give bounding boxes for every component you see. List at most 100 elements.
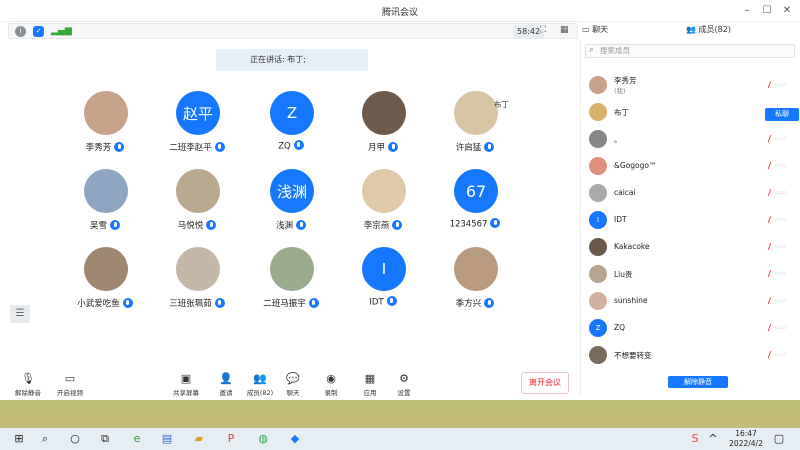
powerpoint-icon[interactable]: P [224, 432, 238, 446]
cortana-icon[interactable]: ○ [68, 432, 82, 446]
gear-icon: ⚙ [399, 371, 409, 385]
participant-name-text: 季方兴 [455, 299, 482, 309]
participant-tile[interactable]: 季方兴 [430, 247, 520, 319]
private-chat-button[interactable]: 私聊 [765, 108, 799, 121]
settings-button[interactable]: ⚙ 设置 [384, 372, 424, 398]
member-row[interactable]: Liu贵 ▭▭ [581, 261, 800, 287]
unmute-all-button[interactable]: 解除静音 [668, 376, 728, 388]
mic-muted-icon[interactable]: ▭▭ [775, 189, 791, 197]
tray-up-icon[interactable]: ^ [706, 432, 720, 446]
participant-tile[interactable]: 三班张珮茹 [152, 247, 242, 319]
fullscreen-icon[interactable]: ⛶ [540, 25, 546, 35]
participant-name: 三班张珮茹 [152, 297, 242, 309]
chat-button[interactable]: 💬 聊天 [273, 372, 313, 398]
mic-muted-icon[interactable]: ▭▭ [775, 162, 791, 170]
search-icon[interactable]: ⌕ [38, 432, 52, 446]
member-row[interactable]: I IDT ▭▭ [581, 207, 800, 233]
mic-icon [386, 296, 397, 306]
start-video-button[interactable]: ▭ 开启视频 [50, 372, 90, 398]
member-row[interactable]: sunshine ▭▭ [581, 288, 800, 314]
info-icon[interactable]: i [15, 26, 26, 37]
title-bar: 腾讯会议 – ☐ ✕ [0, 0, 800, 22]
close-icon[interactable]: ✕ [780, 4, 794, 18]
member-row[interactable]: 李秀芳 (我) ▭▭ [581, 72, 800, 98]
mic-icon [490, 218, 501, 228]
participant-name-text: 浅渊 [275, 221, 293, 231]
participant-name-text: 二班李赵平 [169, 143, 212, 153]
leave-meeting-button[interactable]: 离开会议 [521, 372, 569, 394]
list-toggle-icon[interactable]: ☰ [10, 305, 30, 323]
participant-tile[interactable]: 马悦悦 [152, 169, 242, 241]
app-icon[interactable]: ▤ [160, 432, 174, 446]
mic-muted-icon[interactable]: ▭▭ [775, 216, 791, 224]
avatar [176, 169, 220, 213]
mic-muted-icon: 🎙 [21, 371, 35, 385]
mic-muted-icon[interactable]: ▭▭ [775, 324, 791, 332]
member-row[interactable]: Z ZQ ▭▭ [581, 315, 800, 341]
member-name: Liu贵 [614, 270, 633, 279]
participant-tile[interactable]: 布丁许启猛 [430, 91, 520, 163]
taskbar-clock[interactable]: 16:47 2022/4/2 [728, 429, 764, 449]
tab-chat[interactable]: ▭ 聊天 [582, 24, 608, 35]
unmute-button[interactable]: 🎙 解除静音 [8, 372, 48, 398]
notification-icon[interactable]: ▢ [772, 432, 786, 446]
participant-tile[interactable]: 赵平 二班李赵平 [152, 91, 242, 163]
shield-icon[interactable]: ✓ [33, 26, 44, 37]
participant-name: 季方兴 [430, 297, 520, 309]
participant-tile[interactable]: 小武爱吃鱼 [60, 247, 150, 319]
participant-tile[interactable]: 67 1234567 [430, 169, 520, 241]
tab-members[interactable]: 👥 成员(82) [686, 24, 731, 35]
record-button[interactable]: ◉ 录制 [311, 372, 351, 398]
participant-tile[interactable]: 二班马振宇 [246, 247, 336, 319]
participant-tile[interactable]: Z ZQ [246, 91, 336, 163]
avatar [454, 91, 498, 135]
tencent-meeting-icon[interactable]: ◆ [288, 432, 302, 446]
member-name: caicai [614, 188, 636, 197]
mic-muted-icon[interactable]: ▭▭ [775, 135, 791, 143]
member-row[interactable]: caicai ▭▭ [581, 180, 800, 206]
mic-icon [293, 140, 304, 150]
member-row[interactable]: Kakacoke ▭▭ [581, 234, 800, 260]
participant-tile[interactable]: 李宗燕 [338, 169, 428, 241]
member-row[interactable]: 不想要转变 ▭▭ [581, 342, 800, 368]
participant-tile[interactable]: 浅渊 浅渊 [246, 169, 336, 241]
participant-tile[interactable]: 月甲 [338, 91, 428, 163]
avatar: Z [589, 319, 607, 337]
member-row[interactable]: &Gogogo™ ▭▭ [581, 153, 800, 179]
signal-icon[interactable]: ▂▄▆ [51, 26, 72, 37]
browser-icon[interactable]: e [130, 432, 144, 446]
avatar [84, 169, 128, 213]
participant-tile[interactable]: 吴雪 [60, 169, 150, 241]
avatar: I [362, 247, 406, 291]
minimize-icon[interactable]: – [740, 4, 754, 18]
ime-icon[interactable]: S [688, 432, 702, 446]
mic-muted-icon[interactable]: ▭▭ [775, 270, 791, 278]
avatar [362, 91, 406, 135]
mic-muted-icon[interactable]: ▭▭ [775, 351, 791, 359]
member-row[interactable]: 。 ▭▭ [581, 126, 800, 152]
maximize-icon[interactable]: ☐ [760, 4, 774, 18]
search-input[interactable]: 搜索成员 [585, 44, 795, 58]
taskbar: ⊞ ⌕ ○ ⧉ e ▤ ▰ P ◍ ◆ S ^ 16:47 2022/4/2 ▢ [0, 428, 800, 450]
participant-name-text: 许启猛 [455, 143, 482, 153]
mic-icon [392, 219, 403, 230]
mic-muted-icon[interactable]: ▭▭ [775, 297, 791, 305]
wechat-icon[interactable]: ◍ [256, 432, 270, 446]
participant-name-text: IDT [369, 297, 384, 308]
participant-tile[interactable]: I IDT [338, 247, 428, 319]
member-self-tag: (我) [614, 87, 626, 95]
share-screen-button[interactable]: ▣ 共享屏幕 [166, 372, 206, 398]
task-view-icon[interactable]: ⧉ [98, 432, 112, 446]
layout-icon[interactable]: ▦ [560, 25, 569, 35]
members-icon: 👥 [253, 371, 267, 385]
participant-tile[interactable]: 李秀芳 [60, 91, 150, 163]
mic-muted-icon[interactable]: ▭▭ [775, 81, 791, 89]
avatar-caption: 布丁 [494, 100, 509, 109]
folder-icon[interactable]: ▰ [192, 432, 206, 446]
windows-start-icon[interactable]: ⊞ [12, 432, 26, 446]
side-tabs: ▭ 聊天 👥 成员(82) [578, 22, 800, 40]
mic-icon [214, 141, 225, 152]
mic-muted-icon[interactable]: ▭▭ [775, 243, 791, 251]
mic-icon [484, 141, 495, 152]
mic-icon [308, 297, 319, 308]
